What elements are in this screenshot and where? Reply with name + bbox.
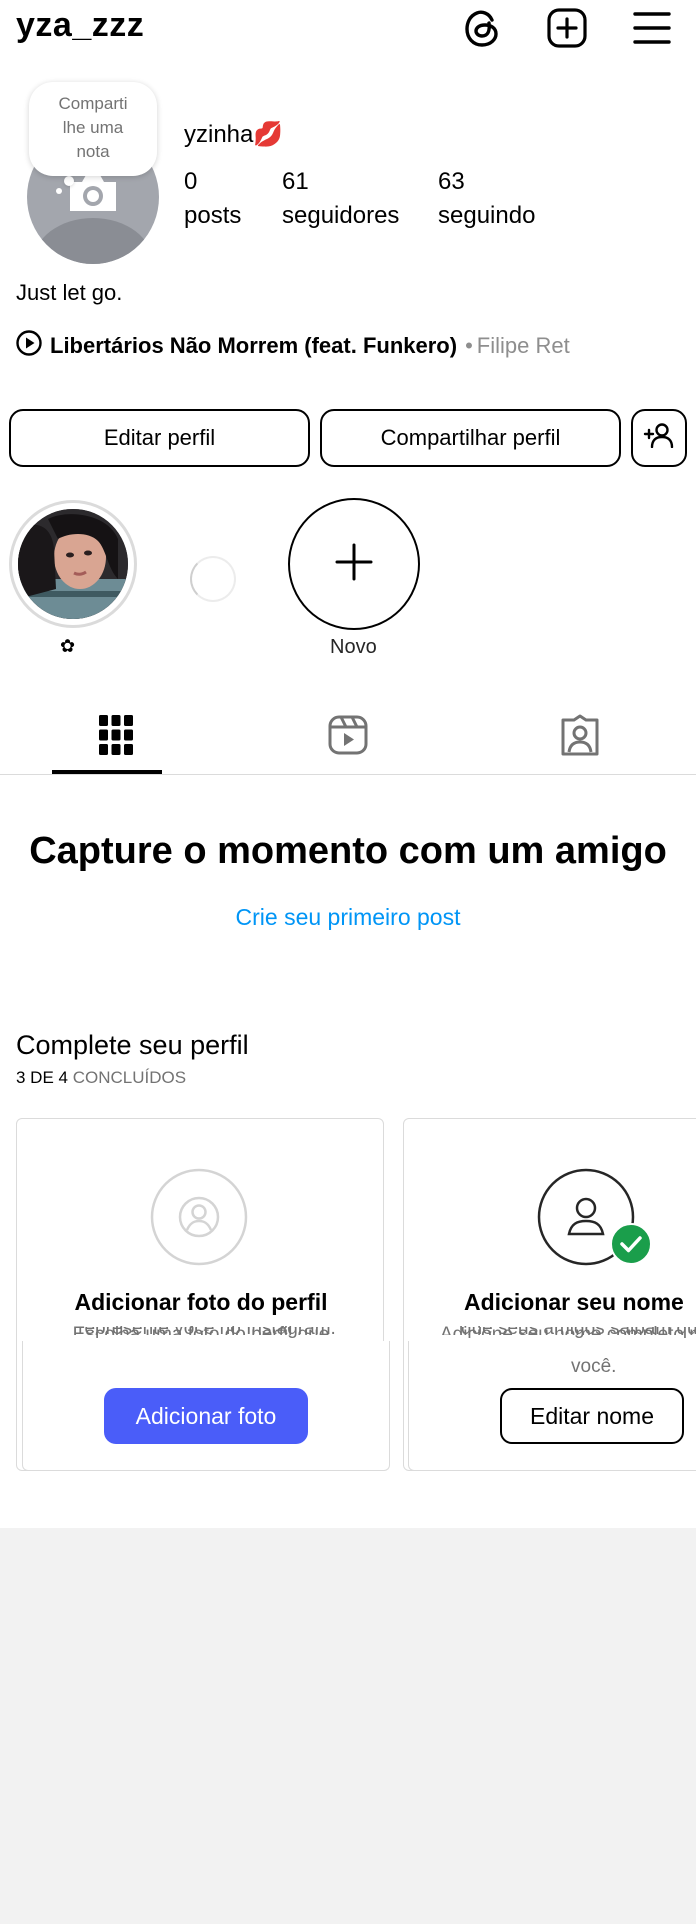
posts-label: posts — [184, 202, 242, 229]
tab-reels[interactable] — [232, 700, 464, 774]
posts-count: 0 — [184, 168, 198, 195]
add-photo-title: Adicionar foto do perfil — [74, 1289, 328, 1315]
add-person-icon — [643, 422, 675, 454]
reels-icon — [328, 715, 368, 760]
display-name: yzinha💋 — [184, 121, 284, 148]
note-bubble-tail — [64, 176, 74, 186]
create-first-post-link[interactable]: Crie seu primeiro post — [0, 904, 696, 931]
highlight-cover-image[interactable] — [18, 509, 128, 619]
following-label[interactable]: seguindo — [438, 202, 535, 230]
grid-icon — [99, 714, 133, 760]
complete-profile-title: Complete seu perfil — [16, 1030, 249, 1060]
add-name-description-cont: que seus amigos saibam qu — [461, 1327, 696, 1339]
add-photo-card-bottom: represente você no Instagram. Adicionar … — [22, 1327, 390, 1471]
plus-icon — [334, 542, 374, 587]
followers-count[interactable]: 61 — [282, 168, 309, 196]
menu-icon[interactable] — [630, 6, 674, 50]
create-post-icon[interactable] — [545, 6, 589, 50]
edit-profile-button[interactable]: Editar perfil — [9, 409, 310, 467]
following-count[interactable]: 63 — [438, 168, 465, 196]
followers-label[interactable]: seguidores — [282, 202, 399, 230]
empty-state-title: Capture o momento com um amigo — [29, 830, 667, 872]
new-highlight-label: Novo — [330, 636, 377, 658]
check-badge-icon — [610, 1223, 652, 1270]
highlight-label: ✿ — [60, 636, 76, 656]
profile-music[interactable]: Libertários Não Morrem (feat. Funkero) •… — [16, 330, 570, 362]
play-icon — [16, 330, 42, 362]
music-separator: • — [465, 333, 473, 358]
add-name-title: Adicionar seu nome — [464, 1289, 684, 1315]
profile-photo-icon — [150, 1168, 248, 1271]
bio: Just let go. — [16, 280, 123, 305]
threads-icon[interactable] — [460, 6, 504, 50]
note-bubble-tail — [56, 188, 62, 194]
new-highlight-button[interactable] — [288, 498, 420, 630]
add-photo-button[interactable]: Adicionar foto — [104, 1388, 308, 1444]
note-bubble[interactable]: Comparti lhe uma nota — [29, 82, 157, 176]
complete-profile-progress: 3 DE 4 CONCLUÍDOS — [16, 1068, 187, 1087]
add-name-description-end: você. — [571, 1356, 617, 1377]
edit-name-button[interactable]: Editar nome — [500, 1388, 684, 1444]
song-title: Libertários Não Morrem (feat. Funkero) — [50, 333, 458, 358]
artist-name: Filipe Ret — [476, 333, 570, 358]
share-profile-button[interactable]: Compartilhar perfil — [320, 409, 621, 467]
profile-page: yza_zzz Comparti lhe uma nota yzinha💋 0 … — [0, 0, 696, 1528]
discover-people-button[interactable] — [631, 409, 687, 467]
add-photo-description-cont: represente você no Instagram. — [78, 1327, 336, 1339]
username[interactable]: yza_zzz — [16, 6, 144, 45]
add-name-card-bottom: que seus amigos saibam qu você. Editar n… — [408, 1327, 696, 1471]
tab-posts-grid[interactable] — [0, 700, 232, 774]
tab-divider — [0, 774, 696, 775]
loading-spinner — [190, 556, 236, 602]
tagged-user-icon — [560, 714, 600, 761]
tab-tagged[interactable] — [464, 700, 696, 774]
camera-icon — [66, 172, 120, 214]
